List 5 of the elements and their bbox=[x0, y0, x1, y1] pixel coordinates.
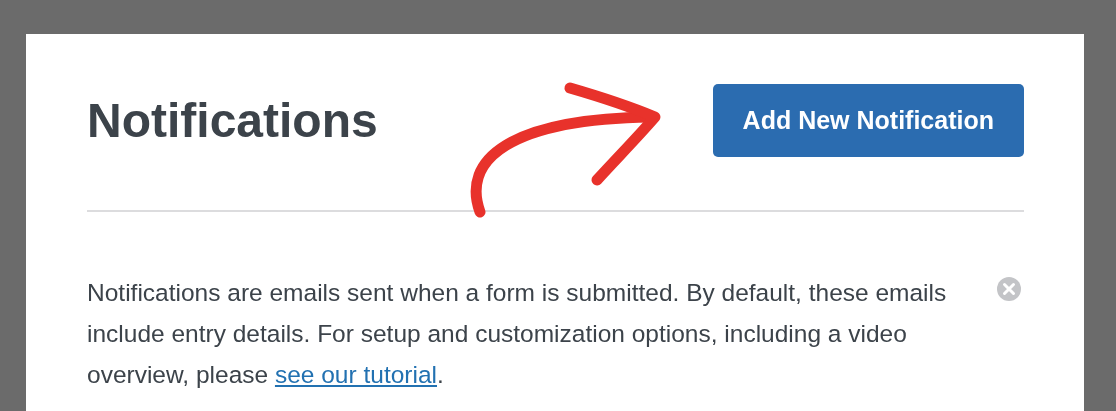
page-title: Notifications bbox=[87, 96, 378, 145]
add-notification-button[interactable]: Add New Notification bbox=[712, 84, 1024, 157]
close-icon[interactable] bbox=[996, 276, 1022, 302]
tutorial-link[interactable]: see our tutorial bbox=[274, 361, 437, 388]
notice-text: Notifications are emails sent when a form is submitted. By default, these emails include entry details. For setup and customization options, including a video overview, please see our tutorial. bbox=[87, 278, 948, 390]
